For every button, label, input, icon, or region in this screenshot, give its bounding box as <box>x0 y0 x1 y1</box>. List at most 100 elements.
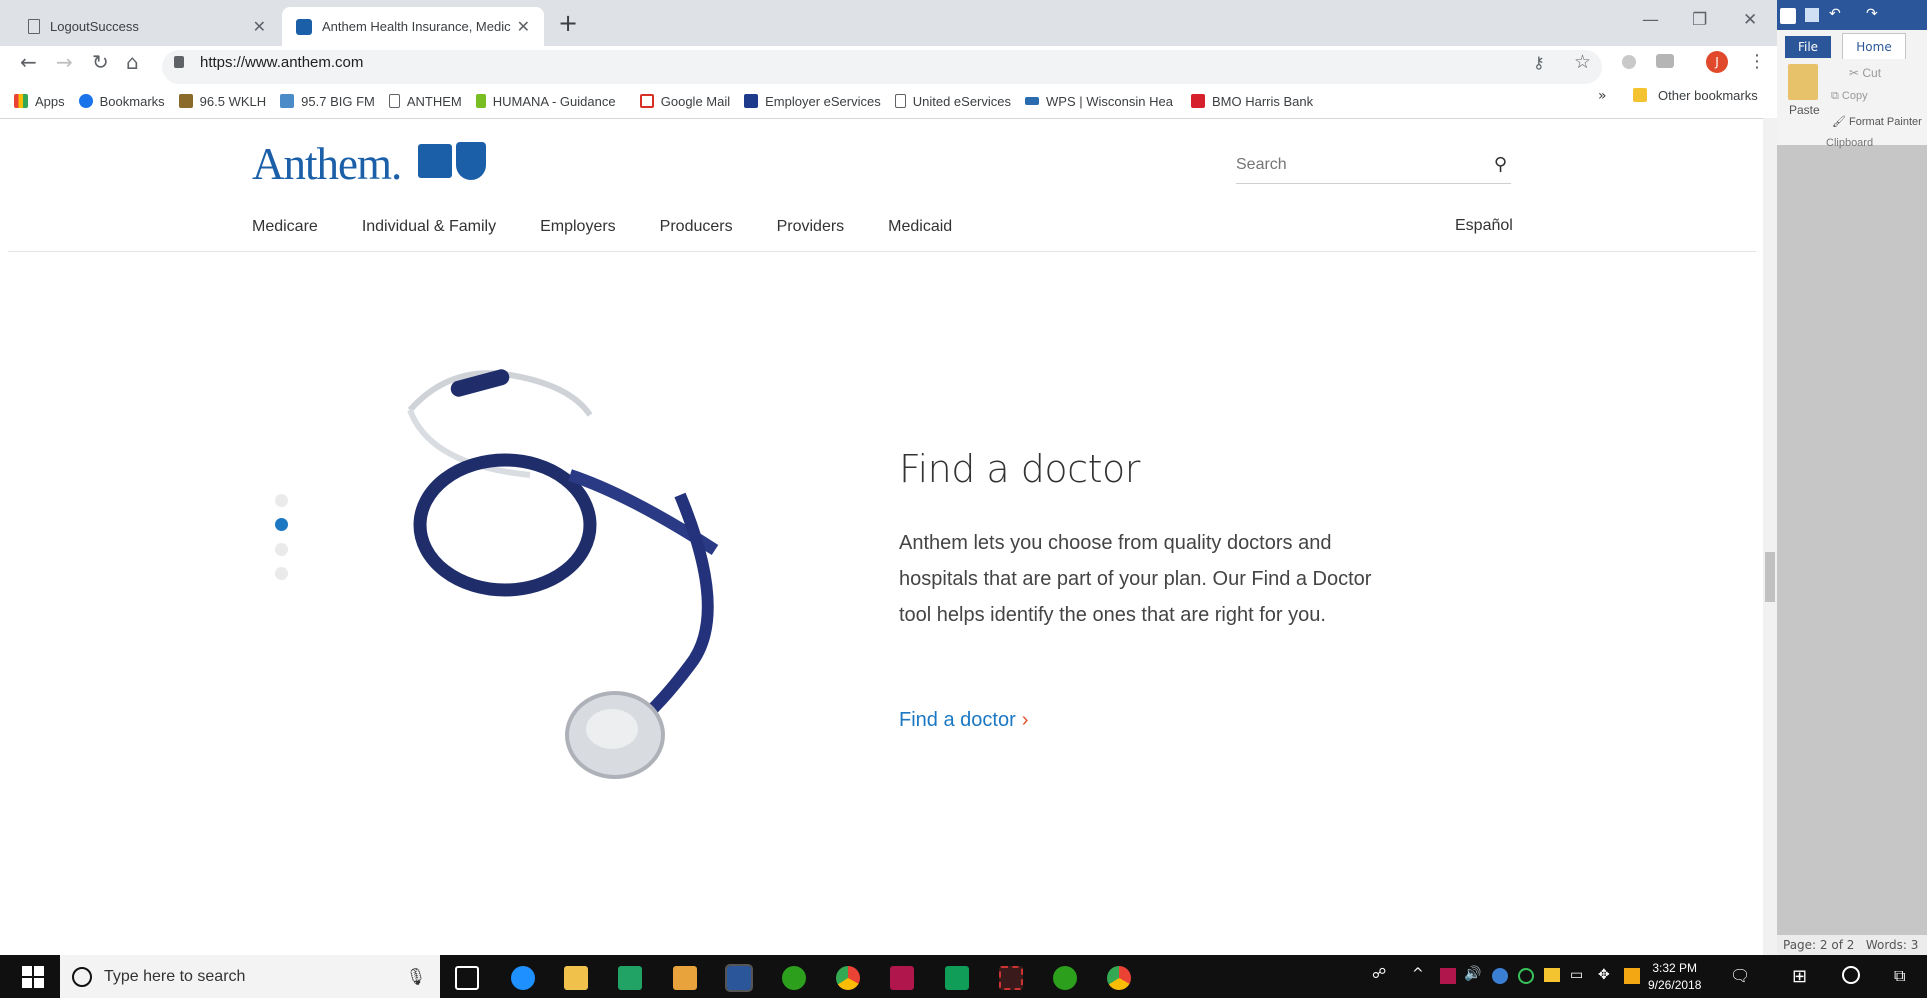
nav-medicare[interactable]: Medicare <box>252 218 318 236</box>
bookmarks-bar: Apps Bookmarks 96.5 WKLH 95.7 BIG FM ANT… <box>0 84 1777 118</box>
search-icon[interactable]: ⚲ <box>1494 154 1507 175</box>
copy-button[interactable]: ⧉ Copy <box>1831 90 1868 103</box>
undo-icon[interactable]: ↶ <box>1829 6 1841 22</box>
format-painter-button[interactable]: 🖌 Format Painter <box>1832 115 1927 128</box>
close-tab-icon[interactable]: ✕ <box>517 17 530 37</box>
folder-tray-icon[interactable] <box>1544 968 1560 982</box>
redo-icon[interactable]: ↷ <box>1866 6 1878 22</box>
carousel-dot[interactable] <box>275 543 288 556</box>
nav-medicaid[interactable]: Medicaid <box>888 218 952 236</box>
profile-avatar[interactable]: J <box>1706 51 1728 73</box>
show-hidden-icons[interactable]: ^ <box>1412 966 1424 982</box>
chrome-icon[interactable] <box>836 966 860 990</box>
people-icon[interactable]: ☍ <box>1372 966 1386 982</box>
dropbox-icon[interactable]: ✥ <box>1598 967 1610 983</box>
sheets-icon[interactable] <box>945 966 969 990</box>
cortana-tray-icon[interactable] <box>1842 966 1860 984</box>
nav-producers[interactable]: Producers <box>660 218 733 236</box>
bookmark-item[interactable]: Employer eServices <box>744 94 881 109</box>
excel-icon[interactable] <box>618 966 642 990</box>
network-icon[interactable]: ▭ <box>1570 967 1583 983</box>
task-view-tray-icon[interactable]: ⧉ <box>1894 966 1905 986</box>
save-icon[interactable] <box>1805 8 1819 22</box>
tab-anthem[interactable]: Anthem Health Insurance, Medic ✕ <box>282 7 544 46</box>
nav-providers[interactable]: Providers <box>777 218 845 236</box>
more-bookmarks-icon[interactable]: » <box>1598 88 1607 104</box>
quickbooks-icon[interactable] <box>782 966 806 990</box>
outlook-icon[interactable] <box>673 966 697 990</box>
lock-icon <box>174 56 184 68</box>
site-search[interactable]: ⚲ <box>1236 146 1511 184</box>
windows-start-icon[interactable] <box>22 966 44 988</box>
notifications-icon[interactable]: 🗨 <box>1730 966 1750 985</box>
windows-icon[interactable]: ⊞ <box>1792 966 1807 987</box>
anthem-logo[interactable]: Anthem. <box>252 138 402 190</box>
drive-tray-icon[interactable] <box>1492 968 1508 984</box>
edge-icon[interactable] <box>511 966 535 990</box>
close-tab-icon[interactable]: ✕ <box>253 17 266 37</box>
quickbooks-icon[interactable] <box>1053 966 1077 990</box>
bookmark-item[interactable]: 96.5 WKLH <box>178 94 266 109</box>
bookmark-item[interactable]: WPS | Wisconsin Hea <box>1025 94 1177 109</box>
bookmark-item[interactable]: Google Mail <box>639 93 731 109</box>
system-clock[interactable]: 3:32 PM 9/26/2018 <box>1648 960 1701 994</box>
cut-button[interactable]: ✂ Cut <box>1849 66 1881 80</box>
volume-icon[interactable]: 🔊 <box>1464 966 1481 982</box>
scrollbar-thumb[interactable] <box>1765 552 1775 602</box>
extension-icon[interactable] <box>1622 55 1636 69</box>
word-file-tab[interactable]: File <box>1785 36 1831 58</box>
tab-logoutsuccess[interactable]: LogoutSuccess ✕ <box>14 7 280 46</box>
nav-employers[interactable]: Employers <box>540 218 616 236</box>
copy-label: Copy <box>1841 90 1868 102</box>
bookmark-item[interactable]: 95.7 BIG FM <box>280 94 375 109</box>
bookmark-label: ANTHEM <box>406 93 462 109</box>
clock-time: 3:32 PM <box>1652 961 1698 975</box>
carousel-dot-active[interactable] <box>275 518 288 531</box>
carousel-dot[interactable] <box>275 494 288 507</box>
page-scrollbar[interactable] <box>1763 118 1777 955</box>
bookmark-item[interactable]: BMO Harris Bank <box>1191 94 1313 109</box>
drive-icon[interactable] <box>1656 54 1674 68</box>
reload-icon[interactable]: ↻ <box>92 50 109 74</box>
acrobat-icon[interactable] <box>890 966 914 990</box>
carousel-dot[interactable] <box>275 567 288 580</box>
norton-icon[interactable] <box>1624 968 1640 984</box>
minimize-icon[interactable]: — <box>1642 10 1659 30</box>
address-bar[interactable] <box>162 50 1602 84</box>
bookmark-item[interactable]: Apps <box>14 94 65 109</box>
chrome-canary-icon[interactable] <box>1107 966 1131 990</box>
url-text[interactable]: https://www.anthem.com <box>200 54 363 71</box>
key-icon[interactable]: ⚷ <box>1533 53 1545 72</box>
taskbar-search-input[interactable]: Type here to search <box>104 968 245 986</box>
app-icon[interactable] <box>999 966 1023 990</box>
menu-icon[interactable]: ⋮ <box>1748 51 1766 72</box>
word-home-tab[interactable]: Home <box>1842 33 1906 59</box>
bookmark-item[interactable]: Bookmarks <box>78 94 165 109</box>
close-window-icon[interactable]: ✕ <box>1743 10 1757 30</box>
bookmark-item[interactable]: ANTHEM <box>388 93 462 109</box>
nav-individual-family[interactable]: Individual & Family <box>362 218 496 236</box>
paste-icon[interactable] <box>1788 64 1818 100</box>
taskbar-search[interactable]: Type here to search 🎙 <box>60 955 440 998</box>
paste-label[interactable]: Paste <box>1789 103 1820 117</box>
wps-icon <box>1025 97 1040 105</box>
restore-icon[interactable]: ❐ <box>1692 10 1707 30</box>
sync-icon[interactable] <box>1518 968 1534 984</box>
bookmark-item[interactable]: United eServices <box>894 94 1011 109</box>
acrobat-tray-icon[interactable] <box>1440 968 1456 984</box>
home-icon[interactable]: ⌂ <box>126 50 139 74</box>
new-tab-icon[interactable]: + <box>558 10 578 36</box>
bookmark-label: Google Mail <box>660 93 731 109</box>
language-link[interactable]: Español <box>1455 217 1513 235</box>
other-bookmarks[interactable]: Other bookmarks <box>1658 88 1758 103</box>
word-icon[interactable] <box>725 964 753 992</box>
forward-icon[interactable]: → <box>56 50 73 74</box>
back-icon[interactable]: ← <box>20 50 37 74</box>
file-explorer-icon[interactable] <box>564 966 588 990</box>
task-view-icon[interactable] <box>455 966 479 990</box>
star-icon[interactable]: ☆ <box>1574 51 1591 73</box>
microphone-icon[interactable]: 🎙 <box>406 967 426 987</box>
bookmark-item[interactable]: HUMANA - Guidance <box>475 94 626 109</box>
find-doctor-link[interactable]: Find a doctor › <box>899 709 1028 732</box>
search-input[interactable] <box>1236 146 1466 174</box>
